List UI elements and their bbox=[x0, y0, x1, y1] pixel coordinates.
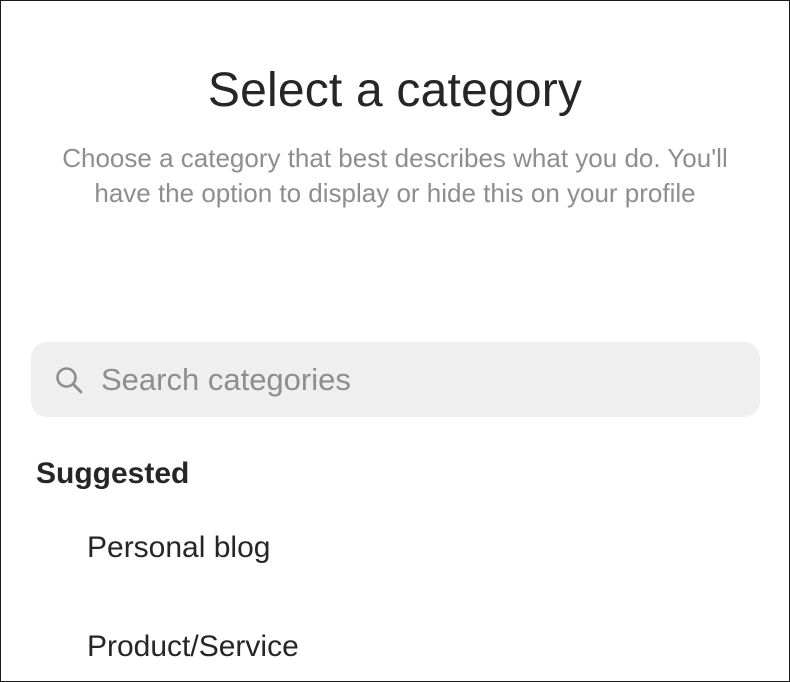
category-selection-screen: Select a category Choose a category that… bbox=[0, 0, 790, 682]
search-bar[interactable] bbox=[31, 342, 760, 417]
suggested-heading: Suggested bbox=[36, 457, 190, 490]
search-input[interactable] bbox=[101, 361, 760, 398]
page-title: Select a category bbox=[207, 64, 583, 117]
search-icon bbox=[53, 364, 85, 396]
category-item-personal-blog[interactable]: Personal blog bbox=[87, 529, 270, 567]
page-description: Choose a category that best describes wh… bbox=[62, 143, 728, 208]
category-item-product-service[interactable]: Product/Service bbox=[87, 628, 299, 666]
